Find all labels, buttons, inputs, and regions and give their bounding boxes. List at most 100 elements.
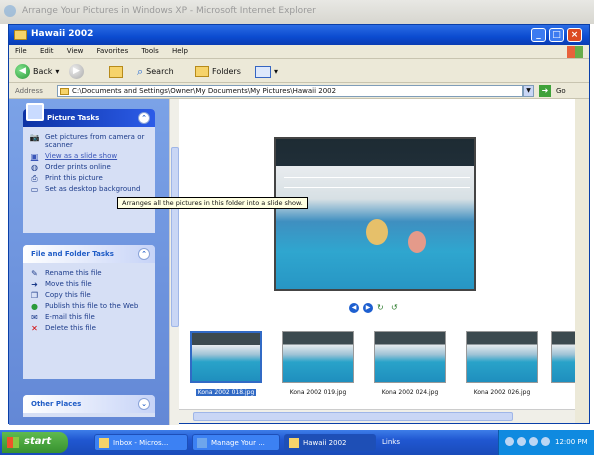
tray-network-icon[interactable] xyxy=(505,437,514,446)
task-view-slideshow[interactable]: ▣ View as a slide show xyxy=(23,152,155,161)
thumbnail-item[interactable]: Kona 2002 019.jpg xyxy=(279,331,357,396)
picture-tasks-header[interactable]: Picture Tasks ⌃ xyxy=(23,103,155,127)
ie-title-bar: Arrange Your Pictures in Windows XP - Mi… xyxy=(0,0,594,24)
menu-view[interactable]: View xyxy=(67,47,84,55)
file-tasks-header[interactable]: File and Folder Tasks ⌃ xyxy=(23,245,155,263)
go-button[interactable]: Go xyxy=(556,87,566,95)
menu-file[interactable]: File xyxy=(15,47,27,55)
tray-security-icon[interactable] xyxy=(529,437,538,446)
other-places-title: Other Places xyxy=(31,400,82,408)
task-pane: Picture Tasks ⌃ 📷 Get pictures from camer… xyxy=(9,99,169,425)
scrollbar-thumb[interactable] xyxy=(171,147,179,327)
menu-bar: File Edit View Favorites Tools Help xyxy=(9,45,589,59)
filmstrip-view: ◀ ▶ ↻ ↺ Kona 2002 018.jpg Kona 2002 019.… xyxy=(179,99,575,409)
address-input[interactable]: C:\Documents and Settings\Owner\My Docum… xyxy=(57,85,523,97)
picture-tasks-panel: Picture Tasks ⌃ 📷 Get pictures from camer… xyxy=(23,103,155,233)
clock: 12:00 PM xyxy=(555,438,588,446)
search-label: Search xyxy=(146,67,174,76)
camera-icon: 📷 xyxy=(29,133,40,142)
views-icon xyxy=(255,65,271,78)
email-icon: ✉ xyxy=(31,313,38,322)
collapse-chevron-icon[interactable]: ⌃ xyxy=(138,248,150,260)
taskbar-app-manage[interactable]: Manage Your ... xyxy=(192,434,280,451)
task-label: Publish this file to the Web xyxy=(45,302,139,310)
start-button[interactable]: start xyxy=(2,432,68,453)
task-delete-file[interactable]: ✕ Delete this file xyxy=(23,324,155,333)
thumbnail-image xyxy=(190,331,262,383)
window-titlebar[interactable]: Hawaii 2002 _ □ × xyxy=(9,25,589,45)
railing xyxy=(284,177,470,178)
close-button[interactable]: × xyxy=(567,28,582,42)
toolbar: ◀ Back ▾ ▶ ⌕ Search Folders ▾ xyxy=(9,59,589,83)
other-places-header[interactable]: Other Places ⌄ xyxy=(23,395,155,413)
thumbnail-item-partial[interactable] xyxy=(551,331,575,383)
chevron-down-icon: ▾ xyxy=(274,67,279,76)
task-print-picture[interactable]: ⎙ Print this picture xyxy=(23,174,155,183)
taskbar-app-label: Hawaii 2002 xyxy=(303,439,347,447)
thumbnail-item[interactable]: Kona 2002 018.jpg xyxy=(187,331,265,396)
menu-help[interactable]: Help xyxy=(172,47,188,55)
task-rename-file[interactable]: ✎ Rename this file xyxy=(23,269,155,278)
task-get-pictures[interactable]: 📷 Get pictures from camera or scanner xyxy=(23,133,155,149)
search-button[interactable]: ⌕ Search xyxy=(137,64,174,79)
thumbnail-item[interactable]: Kona 2002 024.jpg xyxy=(371,331,449,396)
file-tasks-title: File and Folder Tasks xyxy=(31,250,114,258)
back-button[interactable]: ◀ Back ▾ xyxy=(15,64,59,79)
task-set-desktop-background[interactable]: ▭ Set as desktop background xyxy=(23,185,155,194)
thumbnail-image xyxy=(282,331,354,383)
preview-controls: ◀ ▶ ↻ ↺ xyxy=(349,303,401,313)
thumbnail-image xyxy=(466,331,538,383)
task-move-file[interactable]: ➜ Move this file xyxy=(23,280,155,289)
slideshow-tooltip: Arranges all the pictures in this folder… xyxy=(117,197,308,209)
globe-icon: ◍ xyxy=(31,163,38,172)
task-email-file[interactable]: ✉ E-mail this file xyxy=(23,313,155,322)
baby-figure xyxy=(408,231,426,253)
ie-title-text: Arrange Your Pictures in Windows XP - Mi… xyxy=(22,6,316,16)
outlook-icon xyxy=(99,438,109,448)
folder-icon xyxy=(289,438,299,448)
taskbar: start Inbox - Micros... Manage Your ... … xyxy=(0,430,594,455)
task-order-prints[interactable]: ◍ Order prints online xyxy=(23,163,155,172)
search-icon: ⌕ xyxy=(137,64,144,78)
tray-volume-icon[interactable] xyxy=(517,437,526,446)
expand-chevron-icon[interactable]: ⌄ xyxy=(138,398,150,410)
vertical-scrollbar[interactable] xyxy=(169,99,179,425)
folders-icon xyxy=(195,66,209,77)
thumbnail-item[interactable]: Kona 2002 026.jpg xyxy=(463,331,541,396)
menu-edit[interactable]: Edit xyxy=(40,47,54,55)
taskbar-app-inbox[interactable]: Inbox - Micros... xyxy=(94,434,188,451)
task-label: Delete this file xyxy=(45,324,96,332)
taskbar-app-label: Manage Your ... xyxy=(211,439,265,447)
task-publish-file[interactable]: ● Publish this file to the Web xyxy=(23,302,155,311)
collapse-chevron-icon[interactable]: ⌃ xyxy=(138,112,150,124)
ie-icon xyxy=(4,5,16,17)
forward-arrow-icon: ▶ xyxy=(69,64,84,79)
views-button[interactable]: ▾ xyxy=(255,64,278,79)
task-copy-file[interactable]: ❐ Copy this file xyxy=(23,291,155,300)
menu-tools[interactable]: Tools xyxy=(141,47,158,55)
copy-icon: ❐ xyxy=(30,291,39,300)
rotate-counterclockwise-icon[interactable]: ↺ xyxy=(391,303,401,313)
go-arrow-icon[interactable]: ➜ xyxy=(539,85,551,97)
minimize-button[interactable]: _ xyxy=(531,28,546,42)
scrollbar-thumb[interactable] xyxy=(193,412,513,421)
task-label: Move this file xyxy=(45,280,92,288)
thumbnail-image xyxy=(551,331,575,383)
forward-button[interactable]: ▶ xyxy=(69,64,84,79)
taskbar-app-hawaii[interactable]: Hawaii 2002 xyxy=(284,434,376,451)
maximize-button[interactable]: □ xyxy=(549,28,564,42)
folders-button[interactable]: Folders xyxy=(195,64,241,79)
rotate-clockwise-icon[interactable]: ↻ xyxy=(377,303,387,313)
previous-picture-button[interactable]: ◀ xyxy=(349,303,359,313)
back-label: Back xyxy=(33,67,53,76)
links-toolbar[interactable]: Links xyxy=(382,438,400,446)
next-picture-button[interactable]: ▶ xyxy=(363,303,373,313)
horizontal-scrollbar[interactable] xyxy=(179,409,575,423)
up-folder-button[interactable] xyxy=(109,64,123,79)
thumbnail-caption: Kona 2002 018.jpg xyxy=(195,389,257,396)
menu-favorites[interactable]: Favorites xyxy=(97,47,129,55)
picture-tasks-title: Picture Tasks xyxy=(47,114,100,122)
up-folder-icon xyxy=(109,65,123,78)
tray-messenger-icon[interactable] xyxy=(541,437,550,446)
address-dropdown-button[interactable]: ▼ xyxy=(523,85,534,97)
